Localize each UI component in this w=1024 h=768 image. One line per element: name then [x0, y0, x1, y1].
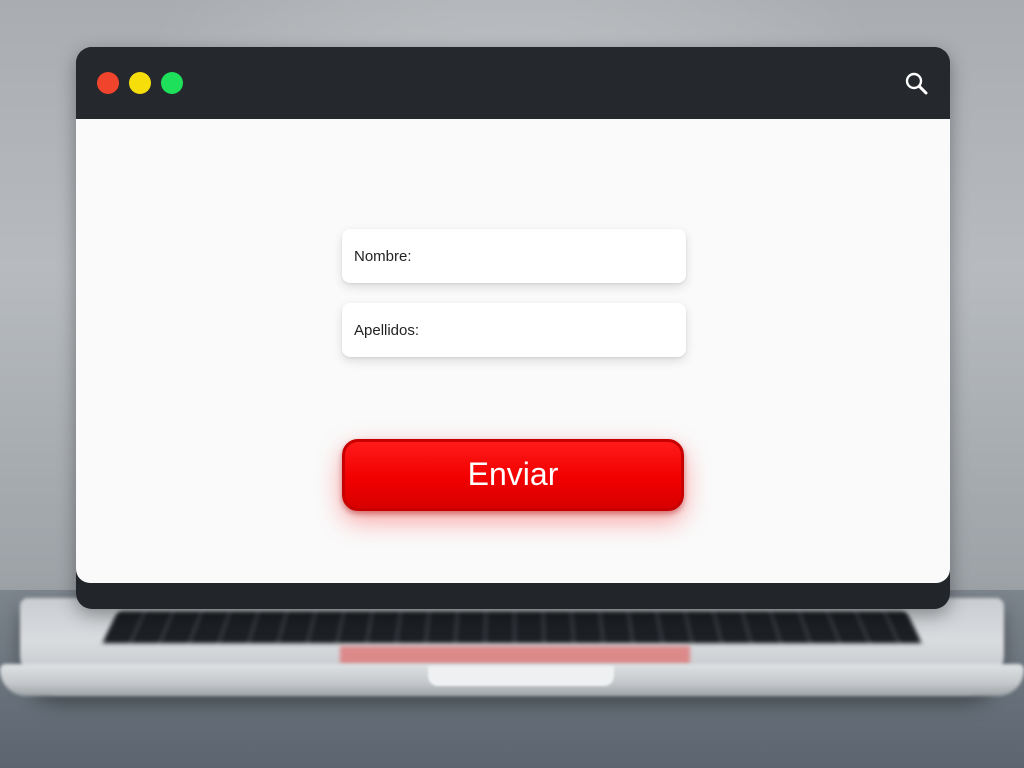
nombre-label: Nombre:: [354, 248, 412, 265]
browser-window: Nombre: Apellidos: Enviar: [76, 47, 950, 609]
minimize-window-button[interactable]: [129, 72, 151, 94]
enviar-button[interactable]: Enviar: [342, 439, 684, 511]
page-content: Nombre: Apellidos: Enviar: [76, 119, 950, 583]
maximize-window-button[interactable]: [161, 72, 183, 94]
laptop-notch: [428, 666, 614, 686]
trackpad-reflection: [340, 646, 690, 664]
apellidos-input[interactable]: [432, 315, 676, 347]
laptop-keyboard: [102, 611, 922, 644]
search-button[interactable]: [904, 71, 930, 97]
nombre-field[interactable]: Nombre:: [342, 229, 686, 283]
apellidos-label: Apellidos:: [354, 322, 420, 339]
title-bar: [76, 47, 950, 119]
close-window-button[interactable]: [97, 72, 119, 94]
apellidos-field[interactable]: Apellidos:: [342, 303, 686, 357]
nombre-input[interactable]: [432, 241, 676, 273]
search-icon: [905, 72, 928, 95]
